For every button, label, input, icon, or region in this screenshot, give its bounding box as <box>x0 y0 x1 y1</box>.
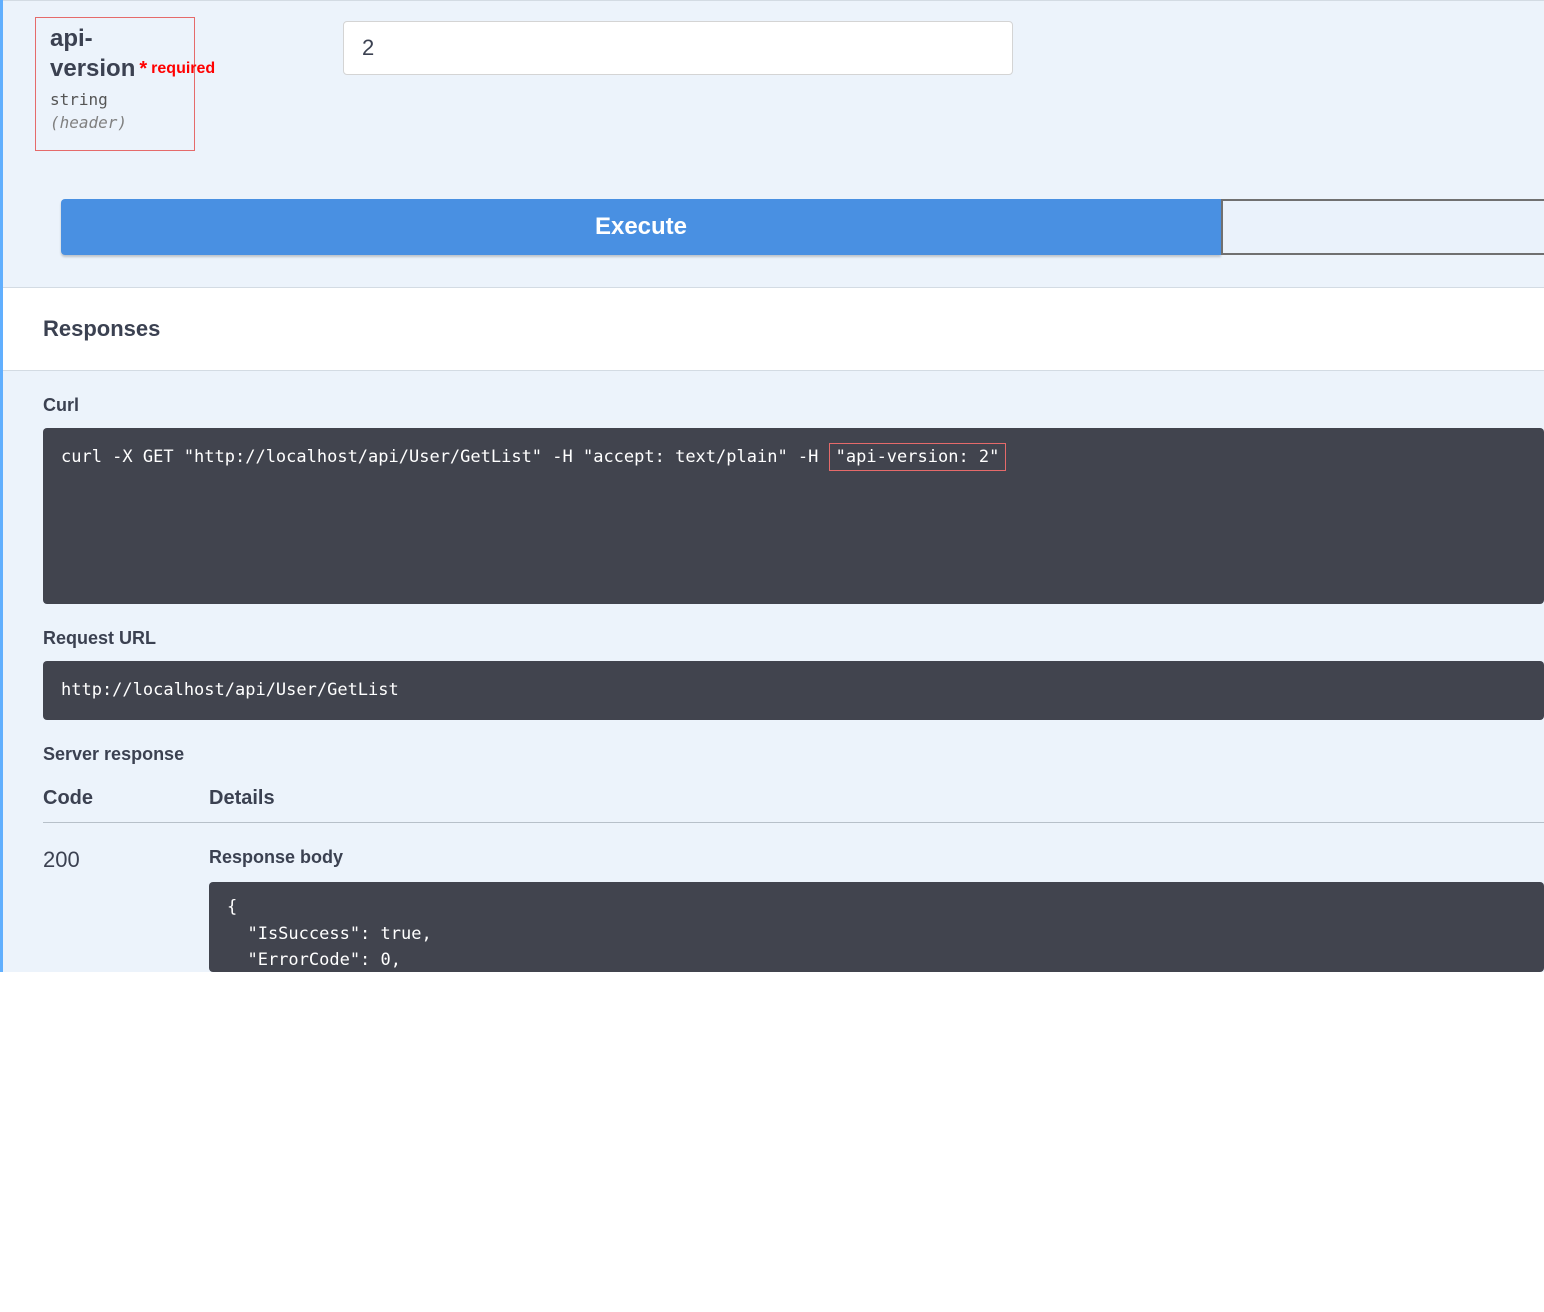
param-name: api- <box>50 25 93 52</box>
responses-heading: Responses <box>3 287 1544 371</box>
curl-text: curl -X GET "http://localhost/api/User/G… <box>61 447 829 467</box>
column-code: Code <box>43 787 209 810</box>
clear-button[interactable] <box>1221 199 1544 255</box>
required-star-icon: * <box>139 57 147 82</box>
response-body-label: Response body <box>209 847 1544 868</box>
server-response-label: Server response <box>43 744 1544 765</box>
response-row: 200 Response body { "IsSuccess": true, "… <box>43 823 1544 972</box>
column-details: Details <box>209 787 1544 810</box>
param-highlight-box: api- version * required string (header) <box>35 17 195 151</box>
curl-highlighted-header: "api-version: 2" <box>829 443 1007 471</box>
param-location: (header) <box>50 113 186 132</box>
curl-label: Curl <box>43 395 1544 416</box>
required-label: required <box>151 59 215 79</box>
request-url-label: Request URL <box>43 628 1544 649</box>
api-version-input[interactable] <box>343 21 1013 75</box>
status-code: 200 <box>43 847 209 972</box>
response-body-content: { "IsSuccess": true, "ErrorCode": 0, "Er… <box>209 882 1544 972</box>
request-url-value: http://localhost/api/User/GetList <box>43 661 1544 720</box>
execute-button[interactable]: Execute <box>61 199 1221 255</box>
param-type: string <box>50 90 186 109</box>
response-table-header: Code Details <box>43 787 1544 823</box>
parameter-row: api- version * required string (header) <box>3 1 1544 151</box>
curl-command: curl -X GET "http://localhost/api/User/G… <box>43 428 1544 604</box>
param-name: version <box>50 54 135 84</box>
